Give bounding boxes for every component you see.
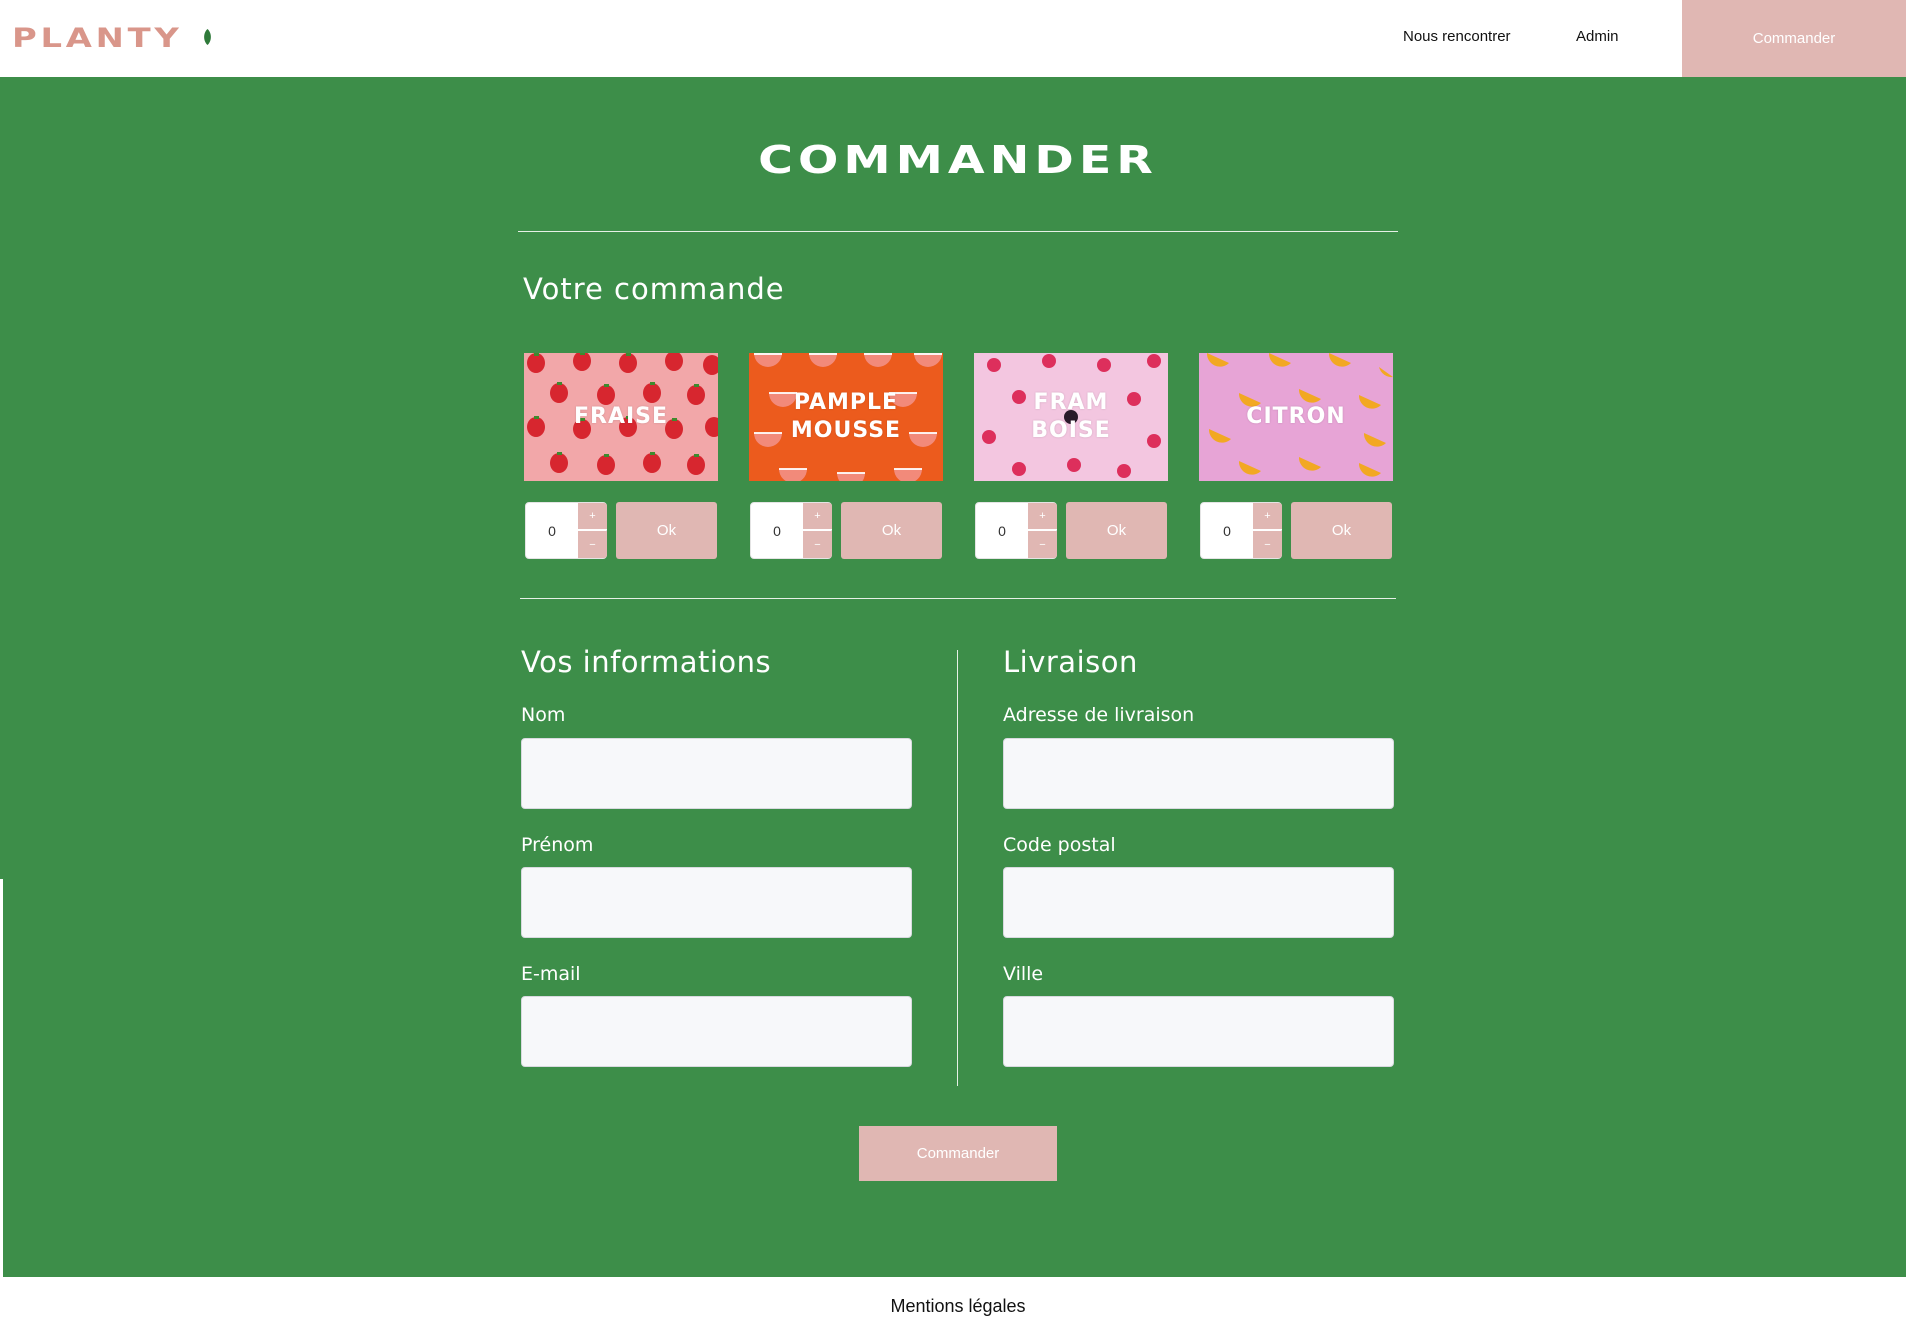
city-label: Ville	[1003, 963, 1044, 985]
delivery-section-title: Livraison	[1003, 645, 1138, 679]
logo-text: PLANTY	[12, 22, 183, 54]
nom-input[interactable]	[521, 738, 912, 809]
prenom-label: Prénom	[521, 834, 594, 856]
divider-middle	[520, 598, 1396, 599]
divider-top	[518, 231, 1398, 232]
increment-button[interactable]: +	[1253, 503, 1282, 530]
product-label: CITRON	[1246, 404, 1346, 429]
increment-button[interactable]: +	[803, 503, 832, 530]
postal-code-label: Code postal	[1003, 834, 1116, 856]
quantity-stepper[interactable]: 0 + −	[1200, 502, 1282, 559]
site-header: PLANTY Nous rencontrer Admin Commander	[0, 0, 1906, 77]
form-column-divider	[957, 650, 958, 1086]
ok-button[interactable]: Ok	[841, 502, 942, 559]
quantity-stepper[interactable]: 0 + −	[975, 502, 1057, 559]
ok-button[interactable]: Ok	[1291, 502, 1392, 559]
decrement-button[interactable]: −	[803, 531, 832, 558]
quantity-stepper[interactable]: 0 + −	[750, 502, 832, 559]
nav-link-meet[interactable]: Nous rencontrer	[1403, 28, 1511, 45]
legal-notice-link[interactable]: Mentions légales	[0, 1296, 1906, 1317]
quantity-value[interactable]: 0	[751, 503, 803, 558]
increment-button[interactable]: +	[578, 503, 607, 530]
quantity-stepper[interactable]: 0 + −	[525, 502, 607, 559]
ok-button[interactable]: Ok	[1066, 502, 1167, 559]
city-input[interactable]	[1003, 996, 1394, 1067]
site-footer: Mentions légales	[0, 1277, 1906, 1342]
nav-order-button[interactable]: Commander	[1682, 0, 1906, 77]
order-section-title: Votre commande	[523, 272, 785, 306]
email-input[interactable]	[521, 996, 912, 1067]
quantity-value[interactable]: 0	[976, 503, 1028, 558]
nav-link-admin[interactable]: Admin	[1576, 28, 1619, 45]
increment-button[interactable]: +	[1028, 503, 1057, 530]
decrement-button[interactable]: −	[578, 531, 607, 558]
info-section-title: Vos informations	[521, 645, 772, 679]
address-input[interactable]	[1003, 738, 1394, 809]
ok-button[interactable]: Ok	[616, 502, 717, 559]
decrement-button[interactable]: −	[1028, 531, 1057, 558]
email-label: E-mail	[521, 963, 581, 985]
product-label: PAMPLE MOUSSE	[790, 390, 902, 443]
postal-code-input[interactable]	[1003, 867, 1394, 938]
product-label: FRAISE	[573, 404, 669, 429]
decrement-button[interactable]: −	[1253, 531, 1282, 558]
product-label: FRAM BOISE	[1031, 390, 1111, 443]
submit-order-button[interactable]: Commander	[859, 1126, 1057, 1181]
address-label: Adresse de livraison	[1003, 704, 1195, 726]
page-title: COMMANDER	[758, 138, 1158, 182]
leaf-icon	[204, 29, 211, 45]
left-edge-strip	[0, 879, 3, 1277]
quantity-value[interactable]: 0	[1201, 503, 1253, 558]
planty-logo[interactable]: PLANTY	[12, 23, 211, 54]
prenom-input[interactable]	[521, 867, 912, 938]
nom-label: Nom	[521, 704, 566, 726]
quantity-value[interactable]: 0	[526, 503, 578, 558]
order-main	[0, 77, 1906, 1277]
